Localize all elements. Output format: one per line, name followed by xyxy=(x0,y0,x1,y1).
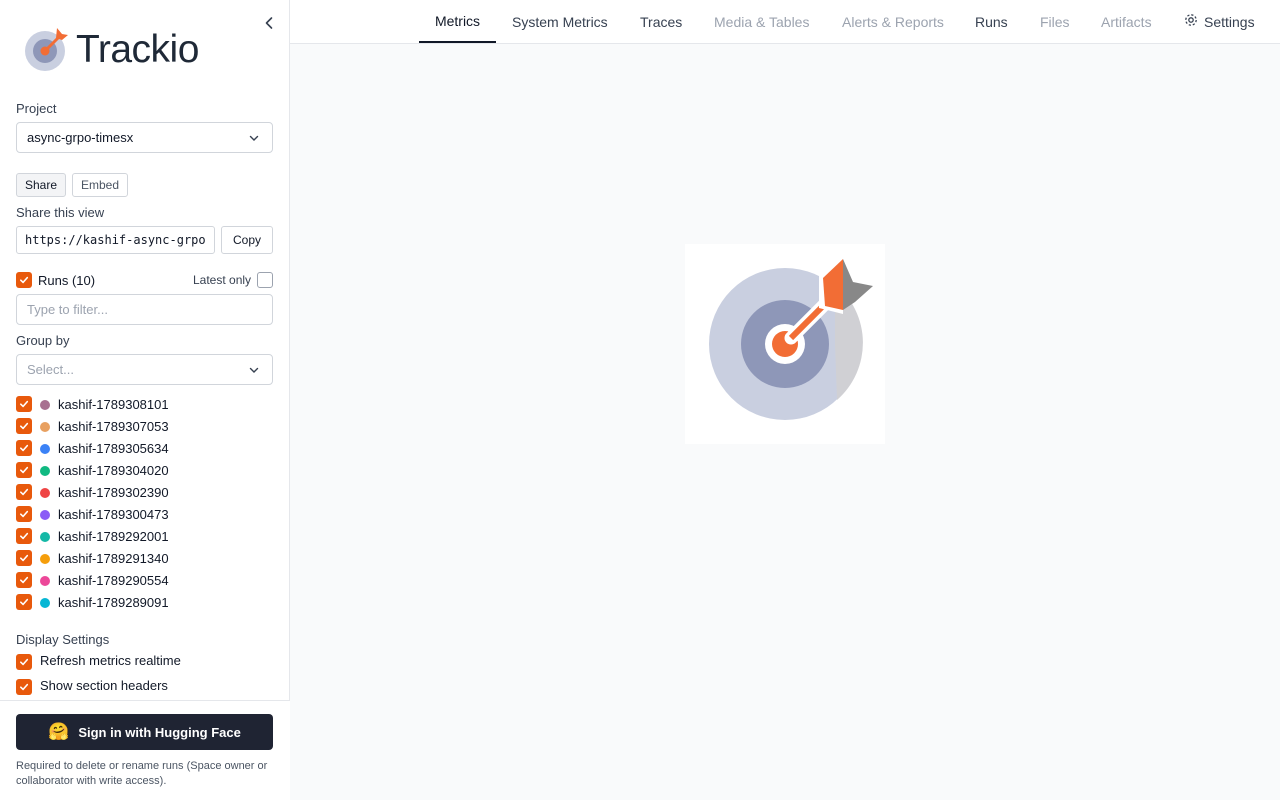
trackio-app: Trackio Project async-grpo-timesx Share … xyxy=(0,0,1280,800)
run-color-dot xyxy=(40,400,50,410)
hugging-face-icon: 🤗 xyxy=(48,722,70,741)
tab-runs[interactable]: Runs xyxy=(975,0,1008,43)
setting-checkbox[interactable] xyxy=(16,679,32,695)
run-item[interactable]: kashif-1789290554 xyxy=(16,571,276,589)
sign-in-note: Required to delete or rename runs (Space… xyxy=(16,760,268,787)
run-checkbox[interactable] xyxy=(16,418,32,434)
runs-count-label: Runs (10) xyxy=(38,273,96,288)
project-value: async-grpo-timesx xyxy=(27,130,134,145)
run-color-dot xyxy=(40,510,50,520)
chevron-down-icon xyxy=(248,132,260,144)
sidebar-footer: 🤗 Sign in with Hugging Face Required to … xyxy=(0,700,290,800)
run-name: kashif-1789290554 xyxy=(58,573,169,588)
run-checkbox[interactable] xyxy=(16,462,32,478)
run-checkbox[interactable] xyxy=(16,594,32,610)
setting-label: Show section headers xyxy=(40,678,168,693)
run-item[interactable]: kashif-1789304020 xyxy=(16,461,276,479)
display-settings-label: Display Settings xyxy=(16,632,110,647)
run-name: kashif-1789291340 xyxy=(58,551,169,566)
run-item[interactable]: kashif-1789292001 xyxy=(16,527,276,545)
tab-traces[interactable]: Traces xyxy=(640,0,682,43)
run-item[interactable]: kashif-1789302390 xyxy=(16,483,276,501)
tab-artifacts[interactable]: Artifacts xyxy=(1101,0,1152,43)
runs-select-all-checkbox[interactable] xyxy=(16,272,32,288)
tab-media-tables[interactable]: Media & Tables xyxy=(714,0,809,43)
run-name: kashif-1789308101 xyxy=(58,397,169,412)
share-tab[interactable]: Share xyxy=(16,173,66,197)
gear-icon xyxy=(1184,13,1198,30)
project-label: Project xyxy=(16,101,57,116)
loading-logo xyxy=(685,244,885,444)
run-item[interactable]: kashif-1789300473 xyxy=(16,505,276,523)
tab-settings-label: Settings xyxy=(1204,13,1255,30)
run-checkbox[interactable] xyxy=(16,396,32,412)
target-logo-icon xyxy=(25,28,68,71)
run-checkbox[interactable] xyxy=(16,550,32,566)
tab-alerts-reports[interactable]: Alerts & Reports xyxy=(842,0,944,43)
run-item[interactable]: kashif-1789305634 xyxy=(16,439,276,457)
app-name: Trackio xyxy=(76,27,199,71)
chevron-down-icon xyxy=(248,364,260,376)
run-item[interactable]: kashif-1789289091 xyxy=(16,593,276,611)
copy-button[interactable]: Copy xyxy=(221,226,273,254)
embed-tab[interactable]: Embed xyxy=(72,173,128,197)
run-color-dot xyxy=(40,598,50,608)
run-color-dot xyxy=(40,466,50,476)
run-color-dot xyxy=(40,444,50,454)
group-by-placeholder: Select... xyxy=(27,362,74,377)
group-by-select[interactable]: Select... xyxy=(16,354,273,385)
tab-settings[interactable]: Settings xyxy=(1184,0,1255,43)
run-name: kashif-1789304020 xyxy=(58,463,169,478)
tab-files[interactable]: Files xyxy=(1040,0,1070,43)
run-color-dot xyxy=(40,554,50,564)
run-name: kashif-1789302390 xyxy=(58,485,169,500)
setting-section-headers[interactable]: Show section headers xyxy=(16,678,276,696)
sign-in-hugging-face-button[interactable]: 🤗 Sign in with Hugging Face xyxy=(16,714,273,750)
run-item[interactable]: kashif-1789307053 xyxy=(16,417,276,435)
run-checkbox[interactable] xyxy=(16,572,32,588)
main-content xyxy=(290,44,1280,800)
target-loading-icon xyxy=(709,256,873,420)
tab-metrics[interactable]: Metrics xyxy=(419,0,496,43)
sidebar: Trackio Project async-grpo-timesx Share … xyxy=(0,0,290,800)
run-checkbox[interactable] xyxy=(16,484,32,500)
run-name: kashif-1789289091 xyxy=(58,595,169,610)
collapse-sidebar-icon[interactable] xyxy=(260,14,278,32)
setting-label: Refresh metrics realtime xyxy=(40,653,181,668)
run-name: kashif-1789307053 xyxy=(58,419,169,434)
sign-in-label: Sign in with Hugging Face xyxy=(78,724,241,740)
run-color-dot xyxy=(40,422,50,432)
share-url-field[interactable]: https://kashif-async-grpo xyxy=(16,226,215,254)
run-color-dot xyxy=(40,488,50,498)
latest-only-checkbox[interactable] xyxy=(257,272,273,288)
trackio-logo: Trackio xyxy=(24,26,224,72)
run-checkbox[interactable] xyxy=(16,440,32,456)
tab-system-metrics[interactable]: System Metrics xyxy=(512,0,608,43)
run-color-dot xyxy=(40,532,50,542)
setting-checkbox[interactable] xyxy=(16,654,32,670)
run-checkbox[interactable] xyxy=(16,528,32,544)
run-color-dot xyxy=(40,576,50,586)
run-filter-input[interactable]: Type to filter... xyxy=(16,294,273,325)
run-item[interactable]: kashif-1789291340 xyxy=(16,549,276,567)
run-name: kashif-1789292001 xyxy=(58,529,169,544)
run-checkbox[interactable] xyxy=(16,506,32,522)
top-navigation: Metrics System Metrics Traces Media & Ta… xyxy=(290,0,1280,44)
run-name: kashif-1789305634 xyxy=(58,441,169,456)
setting-refresh-realtime[interactable]: Refresh metrics realtime xyxy=(16,653,276,671)
share-view-label: Share this view xyxy=(16,205,105,220)
project-select[interactable]: async-grpo-timesx xyxy=(16,122,273,153)
group-by-label: Group by xyxy=(16,333,70,348)
latest-only-label: Latest only xyxy=(193,273,252,287)
run-item[interactable]: kashif-1789308101 xyxy=(16,395,276,413)
run-name: kashif-1789300473 xyxy=(58,507,169,522)
